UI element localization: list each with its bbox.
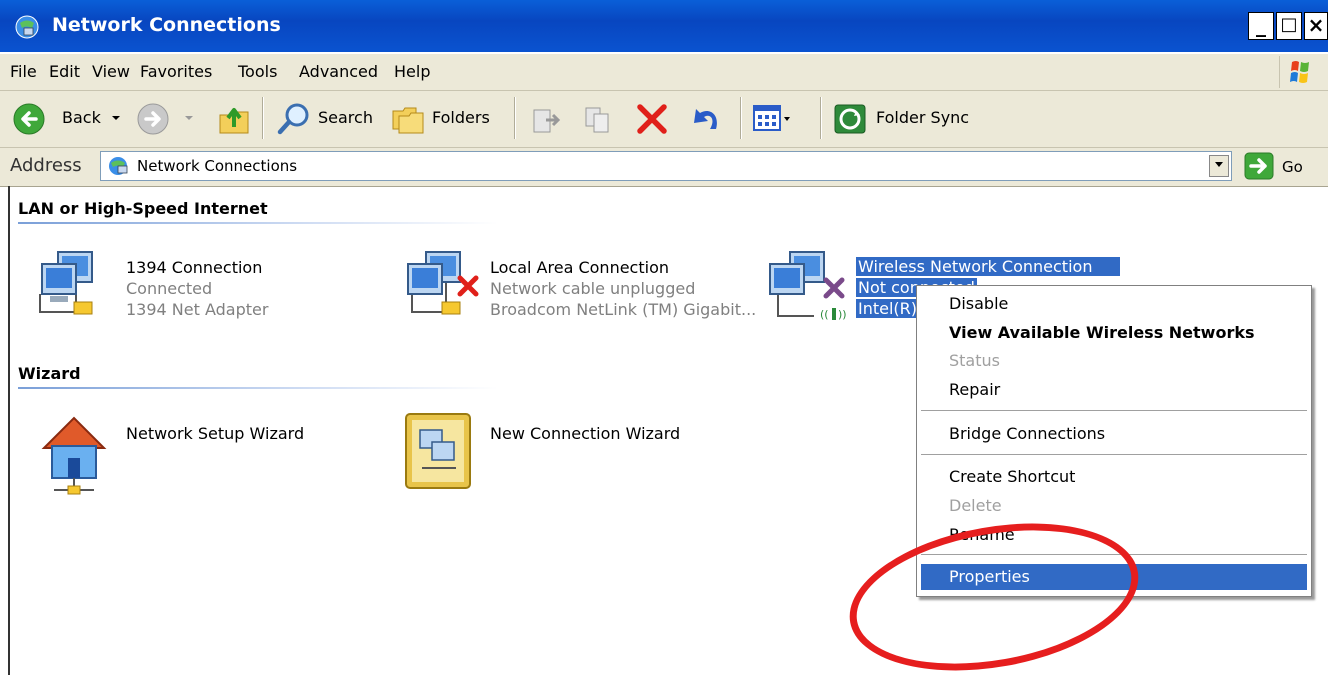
back-button-label[interactable]: Back [62, 108, 101, 127]
item-lan-device: Broadcom NetLink (TM) Gigabit... [490, 300, 757, 319]
item-lan-status: Network cable unplugged [490, 279, 696, 298]
go-arrow-icon[interactable] [1244, 152, 1274, 180]
folder-sync-label[interactable]: Folder Sync [876, 108, 969, 127]
address-value: Network Connections [137, 157, 298, 175]
network-connections-icon [109, 157, 128, 175]
menu-bar: File Edit View Favorites Tools Advanced … [0, 54, 1328, 91]
address-input[interactable]: Network Connections [100, 151, 1232, 181]
move-to-icon[interactable] [528, 102, 562, 136]
ctx-repair[interactable]: Repair [921, 377, 1307, 403]
ctx-bridge-connections[interactable]: Bridge Connections [921, 421, 1307, 447]
copy-to-icon[interactable] [582, 102, 616, 136]
address-dropdown-button[interactable] [1209, 155, 1229, 177]
ctx-create-shortcut[interactable]: Create Shortcut [921, 464, 1307, 490]
back-dropdown-icon[interactable] [111, 113, 121, 123]
svg-text:)): )) [838, 308, 847, 321]
delete-icon[interactable] [634, 101, 670, 137]
item-wireless-name[interactable]: Wireless Network Connection [856, 257, 1120, 276]
title-bar[interactable]: Network Connections _ □ × [0, 0, 1328, 52]
ctx-separator [921, 410, 1307, 411]
up-folder-icon[interactable] [216, 101, 252, 137]
svg-text:((: (( [820, 308, 829, 321]
item-wireless-device: Intel(R) [856, 299, 920, 318]
item-new-connection-wizard-name[interactable]: New Connection Wizard [490, 424, 680, 443]
network-setup-wizard-icon[interactable] [38, 412, 114, 498]
toolbar: Back Search Folders Folder Sync [0, 91, 1328, 148]
menu-file[interactable]: File [10, 62, 37, 81]
chevron-down-icon [1215, 162, 1223, 167]
close-button[interactable]: × [1304, 12, 1328, 40]
folders-icon[interactable] [390, 101, 426, 137]
group-header-wizard: Wizard [18, 364, 81, 383]
forward-dropdown-icon[interactable] [184, 113, 194, 123]
address-bar: Address Network Connections Go [0, 148, 1328, 187]
ctx-view-available-wireless-networks[interactable]: View Available Wireless Networks [921, 320, 1307, 346]
go-button-label[interactable]: Go [1282, 158, 1303, 176]
menu-advanced[interactable]: Advanced [299, 62, 378, 81]
ctx-separator [921, 454, 1307, 455]
views-icon[interactable] [752, 103, 792, 135]
group-header-lan: LAN or High-Speed Internet [18, 199, 268, 218]
item-1394-status: Connected [126, 279, 213, 298]
search-button-label[interactable]: Search [318, 108, 373, 127]
group-divider [18, 387, 498, 389]
folders-button-label[interactable]: Folders [432, 108, 490, 127]
search-icon[interactable] [276, 101, 312, 137]
lan-connection-icon[interactable] [36, 250, 116, 326]
menu-favorites[interactable]: Favorites [140, 62, 212, 81]
lan-unplugged-icon[interactable] [400, 250, 484, 326]
network-connections-icon [15, 15, 39, 39]
menu-tools[interactable]: Tools [238, 62, 277, 81]
wireless-connection-icon[interactable]: (( )) [764, 250, 856, 326]
back-arrow-icon[interactable] [12, 102, 46, 136]
windows-flag-icon [1290, 61, 1309, 83]
item-1394-device: 1394 Net Adapter [126, 300, 269, 319]
ctx-delete: Delete [949, 496, 1002, 515]
minimize-button[interactable]: _ [1248, 12, 1274, 40]
item-1394-name[interactable]: 1394 Connection [126, 258, 262, 277]
new-connection-wizard-icon[interactable] [402, 412, 476, 494]
undo-icon[interactable] [688, 101, 724, 137]
ctx-status: Status [949, 351, 1000, 370]
window-title: Network Connections [52, 14, 281, 36]
menu-view[interactable]: View [92, 62, 130, 81]
windows-logo [1279, 56, 1320, 88]
maximize-button[interactable]: □ [1276, 12, 1302, 40]
forward-arrow-icon[interactable] [136, 102, 170, 136]
address-label: Address [10, 155, 82, 176]
item-network-setup-wizard-name[interactable]: Network Setup Wizard [126, 424, 304, 443]
menu-edit[interactable]: Edit [49, 62, 80, 81]
menu-help[interactable]: Help [394, 62, 430, 81]
window-left-border [8, 186, 10, 675]
ctx-disable[interactable]: Disable [921, 291, 1307, 317]
folder-sync-icon[interactable] [832, 101, 868, 137]
item-lan-name[interactable]: Local Area Connection [490, 258, 669, 277]
group-divider [18, 222, 498, 224]
